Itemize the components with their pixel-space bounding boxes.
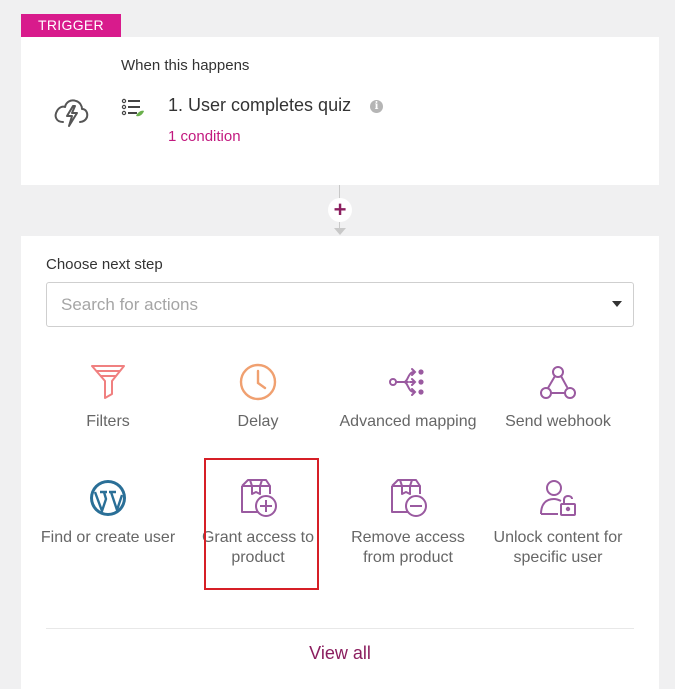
action-tile-remove-access-from-product[interactable]: Remove access from product — [333, 478, 483, 590]
choose-next-step-label: Choose next step — [46, 256, 163, 273]
bolt-icon — [54, 99, 89, 127]
search-actions-dropdown[interactable]: Search for actions — [46, 282, 634, 327]
wordpress-icon — [90, 480, 126, 516]
search-placeholder: Search for actions — [61, 295, 199, 314]
list-check-icon — [121, 98, 144, 117]
trigger-title[interactable]: 1. User completes quiz — [168, 95, 351, 116]
tile-label: Filters — [86, 413, 130, 430]
when-this-happens-label: When this happens — [121, 57, 250, 74]
actions-card: Choose next step Search for actions Filt… — [21, 236, 659, 689]
tile-label: Advanced mapping — [339, 413, 477, 430]
mapping-icon — [389, 368, 424, 396]
webhook-icon — [540, 366, 576, 399]
add-step-button[interactable]: + — [328, 198, 352, 222]
view-all-link[interactable]: View all — [21, 643, 659, 664]
action-tile-find-or-create-user[interactable]: Find or create user — [33, 478, 183, 590]
condition-link[interactable]: 1 condition — [168, 128, 241, 145]
tile-label: Send webhook — [505, 413, 611, 430]
trigger-badge: TRIGGER — [21, 14, 121, 37]
info-icon[interactable]: i — [370, 100, 383, 113]
trigger-card[interactable]: When this happens 1. User completes quiz… — [21, 37, 659, 185]
action-tile-unlock-content[interactable]: Unlock content for specific user — [483, 478, 633, 590]
tile-label: Remove access from product — [351, 529, 465, 566]
divider — [46, 628, 634, 629]
action-tile-advanced-mapping[interactable]: Advanced mapping — [333, 362, 483, 474]
highlight-box — [204, 458, 319, 590]
tile-label: Delay — [237, 413, 279, 430]
box-minus-icon — [391, 479, 427, 517]
user-lock-icon — [540, 480, 576, 516]
action-tile-filters[interactable]: Filters — [33, 362, 183, 474]
caret-down-icon[interactable] — [612, 301, 622, 307]
tile-label: Unlock content for specific user — [493, 529, 623, 566]
action-tile-send-webhook[interactable]: Send webhook — [483, 362, 633, 474]
tile-label: Find or create user — [40, 529, 176, 546]
funnel-icon — [91, 365, 125, 399]
connector-arrow-icon — [334, 228, 346, 235]
clock-icon — [239, 363, 277, 401]
